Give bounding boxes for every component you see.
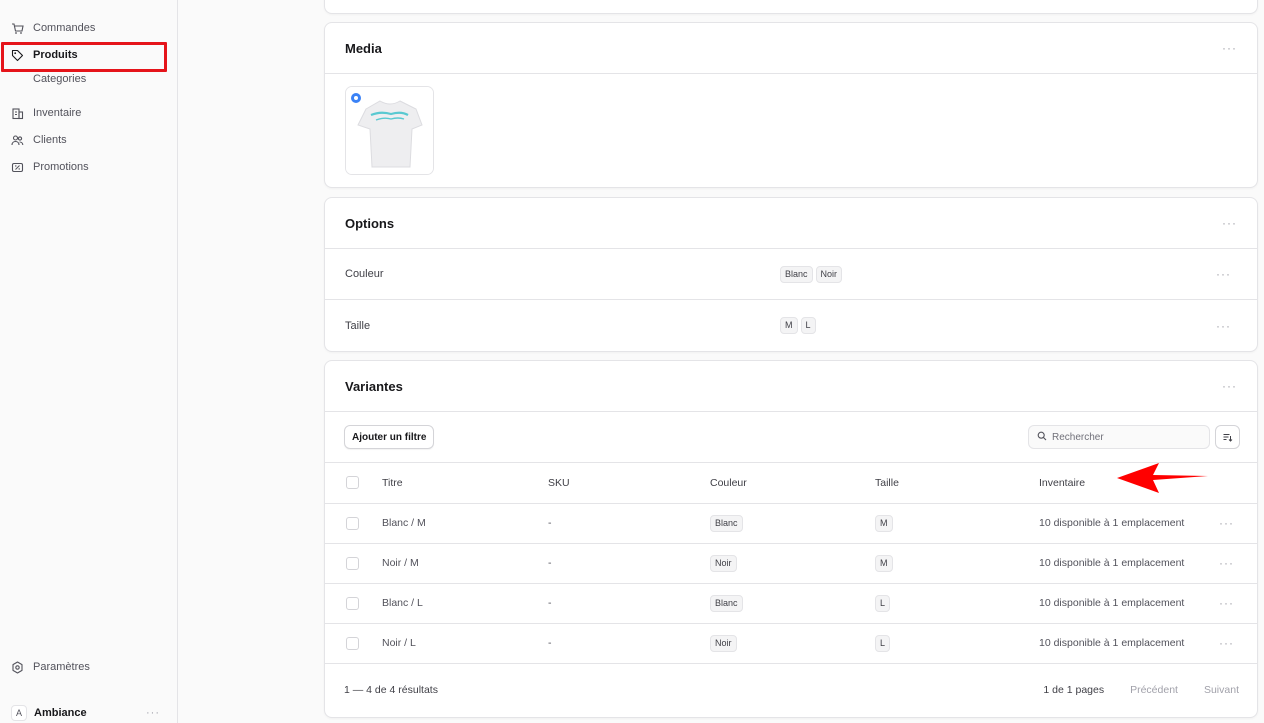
option-more-icon[interactable]: ··· — [1216, 267, 1231, 281]
option-value-badge: Noir — [815, 265, 843, 283]
media-more-icon[interactable]: ··· — [1222, 41, 1237, 55]
variant-inventory: 10 disponible à 1 emplacement — [1039, 557, 1185, 569]
row-checkbox[interactable] — [346, 596, 359, 610]
account-more-icon[interactable]: ··· — [146, 707, 160, 719]
row-checkbox[interactable] — [346, 636, 359, 650]
option-value-badge: Blanc — [780, 265, 813, 283]
variants-card: Variantes ··· Ajouter un filtre Titre SK… — [324, 360, 1258, 718]
sidebar-item-clients[interactable]: Clients — [8, 129, 168, 151]
option-name: Taille — [345, 319, 371, 332]
table-row[interactable]: Blanc / M - Blanc M 10 disponible à 1 em… — [325, 503, 1257, 543]
building-icon — [11, 107, 24, 120]
row-checkbox[interactable] — [346, 556, 359, 570]
option-more-icon[interactable]: ··· — [1216, 319, 1231, 333]
sidebar-item-label: Paramètres — [33, 661, 90, 673]
column-header-sku[interactable]: SKU — [548, 463, 710, 503]
row-more-icon[interactable]: ··· — [1219, 556, 1234, 570]
variant-size-badge: M — [875, 554, 893, 572]
row-more-icon[interactable]: ··· — [1219, 516, 1234, 530]
variant-sku: - — [548, 517, 552, 529]
option-value-badge: M — [780, 317, 798, 334]
column-header-title[interactable]: Titre — [382, 463, 548, 503]
account-menu[interactable]: A Ambiance ··· — [8, 703, 168, 723]
variant-sku: - — [548, 557, 552, 569]
variant-inventory: 10 disponible à 1 emplacement — [1039, 597, 1185, 609]
options-card: Options ··· Couleur Blanc Noir ··· Taill… — [324, 197, 1258, 352]
variant-title: Noir / L — [382, 637, 416, 649]
pagination-footer: 1 — 4 de 4 résultats 1 de 1 pages Précéd… — [325, 664, 1257, 717]
sort-icon — [1223, 433, 1233, 442]
tshirt-image — [346, 87, 433, 174]
media-card: Media ··· — [324, 22, 1258, 188]
row-checkbox[interactable] — [346, 516, 359, 530]
users-icon — [11, 134, 24, 147]
variant-sku: - — [548, 597, 552, 609]
sidebar-item-label: Inventaire — [33, 107, 82, 119]
options-more-icon[interactable]: ··· — [1222, 216, 1237, 230]
variants-toolbar: Ajouter un filtre — [325, 412, 1257, 463]
options-title: Options — [345, 215, 395, 231]
variant-title: Blanc / M — [382, 517, 426, 529]
row-more-icon[interactable]: ··· — [1219, 636, 1234, 650]
sidebar-item-commandes[interactable]: Commandes — [8, 17, 168, 39]
next-page-button[interactable]: Suivant — [1204, 684, 1239, 696]
row-more-icon[interactable]: ··· — [1219, 596, 1234, 610]
sidebar-item-label: Categories — [33, 73, 87, 85]
variant-title: Noir / M — [382, 557, 419, 569]
sidebar-item-parametres[interactable]: Paramètres — [8, 656, 168, 678]
previous-page-button[interactable]: Précédent — [1130, 684, 1178, 696]
search-icon — [1037, 431, 1047, 444]
table-row[interactable]: Noir / M - Noir M 10 disponible à 1 empl… — [325, 543, 1257, 583]
option-value-badge: L — [800, 317, 816, 334]
sidebar-item-label: Clients — [33, 134, 67, 146]
variant-inventory: 10 disponible à 1 emplacement — [1039, 517, 1185, 529]
select-all-checkbox[interactable] — [346, 476, 359, 490]
product-image[interactable] — [345, 86, 434, 175]
option-row-couleur: Couleur Blanc Noir ··· — [325, 249, 1257, 300]
variant-color-badge: Blanc — [710, 594, 743, 612]
option-name: Couleur — [345, 268, 384, 280]
search-box — [1028, 425, 1210, 449]
variant-sku: - — [548, 637, 552, 649]
sidebar: Commandes Produits Categories Inventaire… — [0, 0, 178, 723]
table-row[interactable]: Blanc / L - Blanc L 10 disponible à 1 em… — [325, 583, 1257, 623]
variants-more-icon[interactable]: ··· — [1222, 379, 1237, 393]
variant-size-badge: M — [875, 514, 893, 532]
variant-title: Blanc / L — [382, 597, 423, 609]
options-header: Options ··· — [325, 198, 1257, 249]
column-header-taille[interactable]: Taille — [875, 463, 1039, 503]
variants-header: Variantes ··· — [325, 361, 1257, 412]
variant-color-badge: Noir — [710, 554, 737, 572]
variants-title: Variantes — [345, 378, 403, 394]
annotation-arrow — [1117, 463, 1208, 493]
result-count: 1 — 4 de 4 résultats — [344, 684, 438, 696]
variant-color-badge: Blanc — [710, 514, 743, 532]
variant-size-badge: L — [875, 594, 891, 612]
add-filter-button[interactable]: Ajouter un filtre — [344, 425, 435, 449]
sidebar-item-label: Promotions — [33, 161, 89, 173]
option-row-taille: Taille M L ··· — [325, 300, 1257, 351]
column-header-couleur[interactable]: Couleur — [710, 463, 875, 503]
gear-icon — [11, 660, 24, 674]
sidebar-item-label: Commandes — [33, 22, 96, 34]
receipt-percent-icon — [11, 161, 24, 174]
variant-color-badge: Noir — [710, 634, 737, 652]
sidebar-item-categories[interactable]: Categories — [8, 68, 168, 90]
cart-icon — [11, 22, 24, 35]
variant-inventory: 10 disponible à 1 emplacement — [1039, 637, 1185, 649]
avatar: A — [11, 705, 27, 721]
media-header: Media ··· — [325, 23, 1257, 74]
page-indicator: 1 de 1 pages — [1043, 684, 1105, 696]
account-name: Ambiance — [34, 707, 87, 719]
media-title: Media — [345, 40, 382, 56]
search-input[interactable] — [1052, 431, 1202, 443]
sidebar-item-promotions[interactable]: Promotions — [8, 156, 168, 178]
previous-card — [324, 0, 1258, 14]
variant-size-badge: L — [875, 634, 891, 652]
sort-button[interactable] — [1215, 425, 1240, 449]
sidebar-item-inventaire[interactable]: Inventaire — [8, 102, 168, 124]
table-row[interactable]: Noir / L - Noir L 10 disponible à 1 empl… — [325, 623, 1257, 663]
